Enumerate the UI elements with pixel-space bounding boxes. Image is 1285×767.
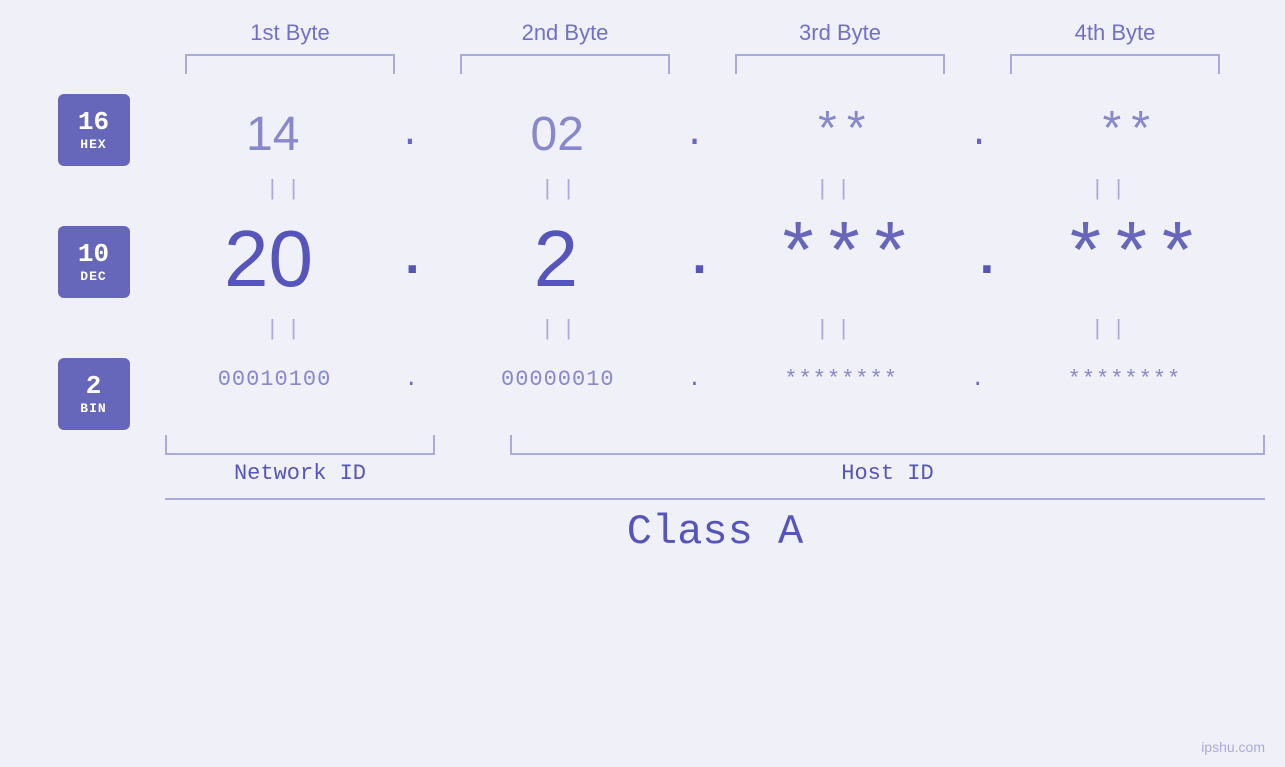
- sep2: ||: [452, 177, 672, 202]
- dec-byte2: 2: [446, 213, 666, 305]
- bin-byte3: ********: [731, 367, 951, 392]
- bracket-byte4: [1010, 54, 1220, 74]
- bin-badge-label: BIN: [80, 401, 106, 416]
- dec-badge-number: 10: [78, 240, 109, 269]
- bin-byte4: ********: [1014, 367, 1234, 392]
- hex-byte3: **: [732, 107, 952, 161]
- bracket-byte2: [460, 54, 670, 74]
- dec-dot2: .: [684, 230, 715, 289]
- hex-byte4: **: [1016, 107, 1236, 161]
- sep-row-1: || || || ||: [150, 174, 1250, 204]
- label-gap: [435, 461, 510, 486]
- class-bracket-line: [165, 498, 1265, 500]
- bracket-byte1: [185, 54, 395, 74]
- bin-dot2: .: [688, 367, 701, 392]
- hex-dot1: .: [399, 114, 421, 155]
- hex-row: 14 . 02 . ** . **: [150, 94, 1250, 174]
- bottom-bracket-row: [165, 435, 1265, 455]
- host-bracket: [510, 435, 1265, 455]
- dec-byte1: 20: [159, 213, 379, 305]
- byte2-header: 2nd Byte: [455, 20, 675, 46]
- bin-byte1: 00010100: [165, 367, 385, 392]
- badges-column: 16 HEX 10 DEC 2 BIN: [58, 94, 130, 430]
- watermark: ipshu.com: [1201, 739, 1265, 755]
- bin-byte2: 00000010: [448, 367, 668, 392]
- sep-row-2: || || || ||: [150, 314, 1250, 344]
- bin-row: 00010100 . 00000010 . ******** . *******…: [150, 344, 1250, 414]
- dec-badge: 10 DEC: [58, 226, 130, 298]
- sep7: ||: [727, 317, 947, 342]
- class-label: Class A: [627, 508, 803, 556]
- class-label-row: Class A: [165, 508, 1265, 556]
- byte-headers: 1st Byte 2nd Byte 3rd Byte 4th Byte: [153, 20, 1253, 46]
- dec-row: 20 . 2 . *** . ***: [150, 204, 1250, 314]
- network-bracket: [165, 435, 435, 455]
- dec-badge-label: DEC: [80, 269, 106, 284]
- sep3: ||: [727, 177, 947, 202]
- hex-badge-label: HEX: [80, 137, 106, 152]
- sep8: ||: [1002, 317, 1222, 342]
- bin-dot1: .: [405, 367, 418, 392]
- dec-dot3: .: [971, 230, 1002, 289]
- hex-dot3: .: [968, 114, 990, 155]
- byte1-header: 1st Byte: [180, 20, 400, 46]
- hex-byte1: 14: [163, 107, 383, 162]
- byte3-header: 3rd Byte: [730, 20, 950, 46]
- dec-byte3: ***: [733, 214, 953, 305]
- top-bracket-row: [153, 54, 1253, 74]
- network-id-label: Network ID: [165, 461, 435, 486]
- bin-badge-number: 2: [86, 372, 102, 401]
- hex-byte2: 02: [447, 107, 667, 162]
- bin-dot3: .: [971, 367, 984, 392]
- bin-badge: 2 BIN: [58, 358, 130, 430]
- host-id-label: Host ID: [510, 461, 1265, 486]
- rows-container: 14 . 02 . ** . ** || || || ||: [150, 84, 1258, 414]
- hex-badge: 16 HEX: [58, 94, 130, 166]
- bracket-byte3: [735, 54, 945, 74]
- byte4-header: 4th Byte: [1005, 20, 1225, 46]
- hex-badge-number: 16: [78, 108, 109, 137]
- main-container: 1st Byte 2nd Byte 3rd Byte 4th Byte 16 H…: [0, 0, 1285, 767]
- bottom-section: Network ID Host ID Class A: [165, 435, 1265, 556]
- sep5: ||: [177, 317, 397, 342]
- sep4: ||: [1002, 177, 1222, 202]
- dec-dot1: .: [397, 230, 428, 289]
- sep1: ||: [177, 177, 397, 202]
- dec-byte4: ***: [1020, 214, 1240, 305]
- sep6: ||: [452, 317, 672, 342]
- id-labels-row: Network ID Host ID: [165, 461, 1265, 486]
- hex-dot2: .: [684, 114, 706, 155]
